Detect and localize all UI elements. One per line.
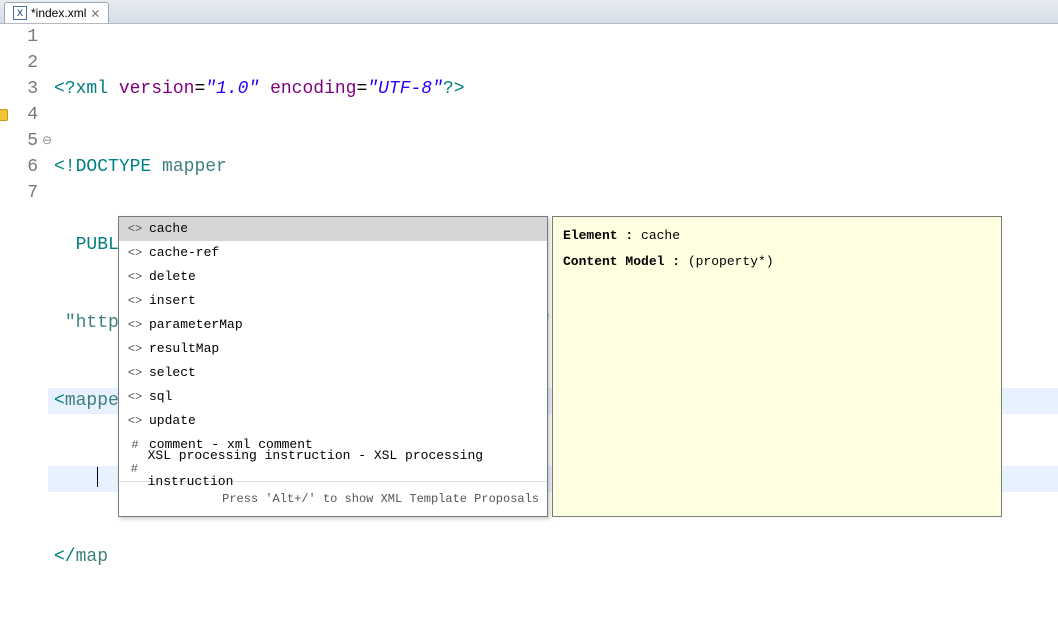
suggestion-item[interactable]: <>insert (119, 289, 547, 313)
tag-icon: <> (127, 384, 143, 410)
xml-file-icon: X (13, 6, 27, 20)
line-number: 7 (0, 180, 38, 206)
close-icon[interactable]: ⨯ (90, 6, 100, 20)
suggestion-label: cache (149, 216, 188, 242)
suggestion-label: insert (149, 288, 196, 314)
suggestion-item[interactable]: <>resultMap (119, 337, 547, 361)
tag-icon: <> (127, 408, 143, 434)
line-number: 4 (0, 102, 38, 128)
suggestion-item[interactable]: #XSL processing instruction - XSL proces… (119, 457, 547, 481)
tag-icon: <> (127, 264, 143, 290)
suggestion-label: update (149, 408, 196, 434)
suggestion-item[interactable]: <>delete (119, 265, 547, 289)
suggestion-item[interactable]: <> sql (119, 385, 547, 409)
tag-icon: <> (127, 360, 143, 386)
tag-icon: <> (127, 336, 143, 362)
suggestion-item[interactable]: <>cache (119, 217, 547, 241)
suggestion-label: delete (149, 264, 196, 290)
hash-icon: # (127, 456, 142, 482)
suggestion-detail: Element : cache Content Model : (propert… (552, 216, 1002, 517)
tab-bar: X *index.xml ⨯ (0, 0, 1058, 24)
text-cursor (97, 467, 98, 487)
suggestion-label: cache-ref (149, 240, 219, 266)
suggestion-label: resultMap (149, 336, 219, 362)
code-line: <?xml version="1.0" encoding="UTF-8"?> (48, 76, 1058, 102)
detail-key: Element : (563, 228, 641, 243)
detail-val: cache (641, 228, 680, 243)
hash-icon: # (127, 432, 143, 458)
suggestion-list[interactable]: <>cache<>cache-ref<>delete<>insert<>para… (118, 216, 548, 517)
code-line: </map (48, 544, 1058, 570)
line-gutter: 1234567 (0, 24, 46, 206)
line-number: 1 (0, 24, 38, 50)
content-assist-popup: <>cache<>cache-ref<>delete<>insert<>para… (118, 216, 1002, 517)
tag-icon: <> (127, 216, 143, 242)
suggestion-label: sql (149, 384, 172, 410)
tag-icon: <> (127, 288, 143, 314)
suggestion-item[interactable]: <>select (119, 361, 547, 385)
suggestion-item[interactable]: <>update (119, 409, 547, 433)
detail-key: Content Model : (563, 254, 688, 269)
tab-title: *index.xml (31, 6, 86, 20)
suggestion-item[interactable]: <>cache-ref (119, 241, 547, 265)
tag-icon: <> (127, 240, 143, 266)
suggestion-item[interactable]: <>parameterMap (119, 313, 547, 337)
line-number: 5 (0, 128, 38, 154)
detail-val: (property*) (688, 254, 774, 269)
line-number: 2 (0, 50, 38, 76)
editor-tab[interactable]: X *index.xml ⨯ (4, 2, 109, 23)
suggestion-label: parameterMap (149, 312, 243, 338)
line-number: 6 (0, 154, 38, 180)
line-number: 3 (0, 76, 38, 102)
code-line: <!DOCTYPE mapper (48, 154, 1058, 180)
suggestion-label: select (149, 360, 196, 386)
tag-icon: <> (127, 312, 143, 338)
